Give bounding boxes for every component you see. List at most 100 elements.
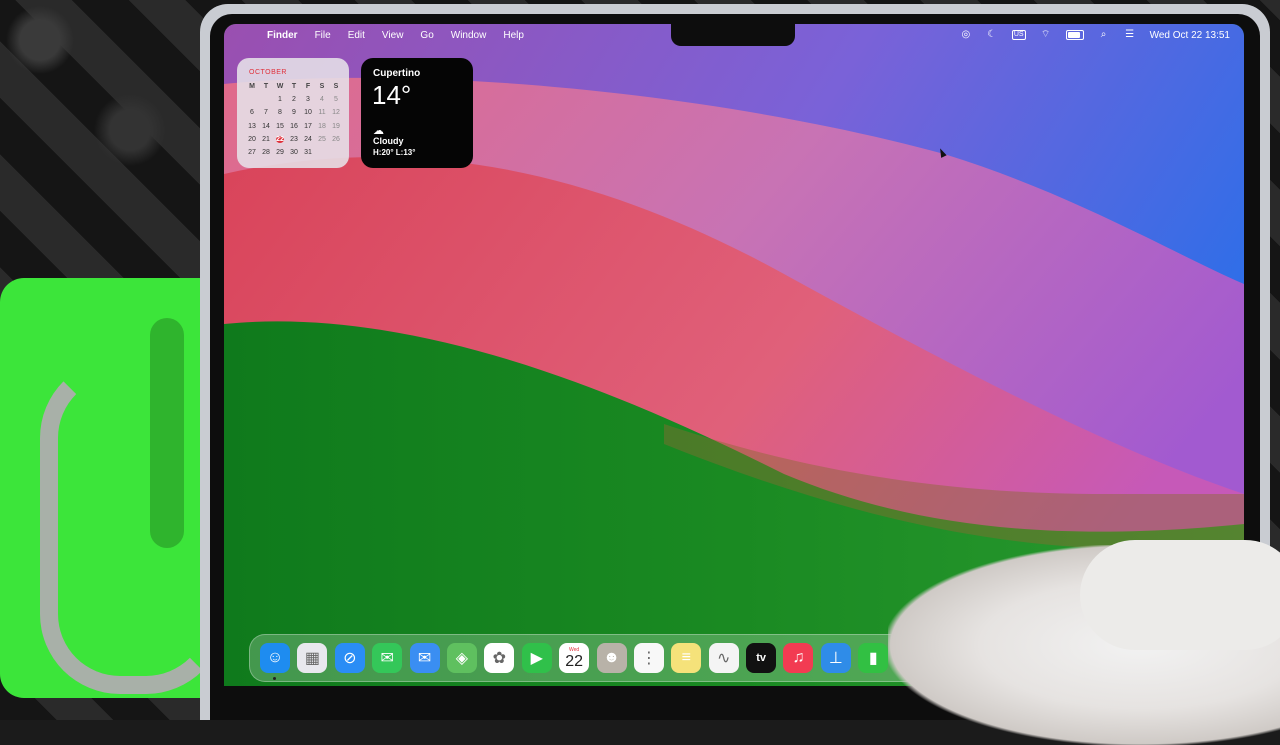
calendar-day: 28 [262, 149, 270, 157]
input-source-indicator[interactable]: US [1011, 30, 1026, 40]
calendar-day: 3 [306, 96, 310, 104]
safari-icon[interactable]: ⊘ [334, 643, 365, 673]
calendar-weekday: M [249, 83, 255, 91]
calendar-day: 2 [292, 96, 296, 104]
reminders-icon[interactable]: ⋮ [633, 643, 664, 673]
calendar-day: 19 [332, 122, 340, 130]
calendar-day: 18 [318, 122, 326, 130]
photos-icon[interactable]: ✿ [484, 643, 515, 673]
calendar-day: 11 [318, 109, 326, 117]
calendar-day: 10 [304, 109, 312, 117]
dock-calendar-day: 22 [565, 652, 584, 670]
weather-city: Cupertino [373, 68, 421, 79]
music-icon[interactable]: ♫ [783, 643, 814, 673]
calendar-day: 27 [248, 149, 256, 157]
menu-app-finder[interactable]: Finder [267, 30, 298, 41]
facetime-icon-glyph: ▶ [530, 650, 543, 667]
menu-file[interactable]: File [315, 30, 331, 41]
apple-tv-icon-glyph: tv [756, 652, 766, 664]
music-icon-glyph: ♫ [792, 649, 805, 666]
finder-icon-glyph: ☺ [266, 649, 284, 666]
freeform-icon[interactable]: ∿ [708, 643, 739, 673]
calendar-weekday: T [263, 83, 269, 91]
calendar-today: 22 [276, 135, 284, 143]
calendar-day: 29 [276, 149, 284, 157]
calendar-day: 20 [248, 135, 256, 143]
calendar-weekday: S [319, 83, 325, 91]
calendar-day: 17 [304, 122, 312, 130]
control-center-icon[interactable]: ☰ [1124, 30, 1136, 40]
wifi-icon[interactable]: ⌔ [1040, 30, 1052, 40]
mail-icon-glyph: ✉ [417, 650, 432, 667]
spotlight-search-icon[interactable]: ⌕ [1098, 30, 1110, 40]
battery-icon[interactable] [1065, 30, 1084, 40]
calendar-day: 1 [278, 96, 282, 104]
calendar-day: 4 [320, 96, 324, 104]
calendar-day: 15 [276, 122, 284, 130]
menu-window[interactable]: Window [451, 30, 487, 41]
messages-icon[interactable]: ✉ [372, 643, 403, 673]
calendar-day: 23 [290, 135, 298, 143]
calendar-day: 13 [248, 122, 256, 130]
calendar-widget[interactable]: OCTOBER M T W T F S S 1 2 3 4 5 6 7 8 9 10 11 12 13 14 15 16 17… [237, 58, 349, 168]
camera-notch [671, 24, 795, 46]
launchpad-icon-glyph: ▦ [304, 650, 320, 667]
menu-help[interactable]: Help [503, 30, 524, 41]
safari-icon-glyph: ⊘ [343, 650, 357, 667]
contacts-icon[interactable]: ☻ [596, 643, 627, 673]
calendar-day: 7 [264, 109, 268, 117]
calendar-day: 25 [318, 135, 326, 143]
calendar-day: 30 [290, 149, 298, 157]
mail-icon[interactable]: ✉ [409, 643, 440, 673]
calendar-day: 22 [273, 134, 287, 145]
weather-high-low: H:20° L:13° [373, 148, 416, 157]
calendar-day: 14 [262, 122, 270, 130]
maps-icon[interactable]: ◈ [446, 643, 477, 673]
user-account-icon[interactable]: ◎ [960, 30, 972, 40]
stand-slot [150, 318, 184, 548]
menu-go[interactable]: Go [420, 30, 433, 41]
contacts-icon-glyph: ☻ [603, 649, 620, 666]
weather-widget[interactable]: Cupertino 14° ☁ Cloudy H:20° L:13° [361, 58, 473, 168]
keynote-icon[interactable]: ⊥ [820, 643, 851, 673]
weather-temperature: 14° [372, 80, 412, 110]
menu-edit[interactable]: Edit [348, 30, 365, 41]
notes-icon[interactable]: ≡ [671, 643, 702, 673]
calendar-weekday: F [305, 83, 311, 91]
dock: ☺▦⊘✉✉◈✿▶Wed22☻⋮≡∿tv♫⊥▮✎ [249, 634, 949, 682]
maps-icon-glyph: ◈ [455, 650, 469, 667]
calendar-day: 26 [332, 135, 340, 143]
calendar-weekday: S [333, 83, 339, 91]
launchpad-icon[interactable]: ▦ [297, 643, 328, 673]
finder-icon[interactable]: ☺ [260, 643, 290, 680]
calendar-weekday: T [291, 83, 297, 91]
calendar-day: 24 [304, 135, 312, 143]
calendar-month: OCTOBER [249, 69, 287, 76]
apple-logo-icon[interactable] [238, 30, 250, 40]
calendar-icon[interactable]: Wed 22 [559, 643, 590, 673]
messages-icon-glyph: ✉ [380, 650, 394, 667]
reminders-icon-glyph: ⋮ [640, 650, 657, 667]
keynote-icon-glyph: ⊥ [828, 650, 843, 667]
photos-icon-glyph: ✿ [492, 650, 507, 667]
numbers-icon-glyph: ▮ [868, 650, 878, 667]
calendar-day: 31 [304, 149, 312, 157]
hand-finger [1080, 540, 1280, 650]
facetime-icon[interactable]: ▶ [521, 643, 552, 673]
numbers-icon[interactable]: ▮ [858, 643, 889, 673]
calendar-day: 16 [290, 122, 298, 130]
weather-condition: Cloudy [373, 136, 404, 146]
calendar-day: 6 [250, 109, 254, 117]
calendar-day: 8 [278, 109, 282, 117]
apple-tv-icon[interactable]: tv [746, 643, 777, 673]
calendar-day: 5 [334, 96, 338, 104]
calendar-weekday: W [276, 83, 284, 91]
freeform-icon-glyph: ∿ [716, 650, 731, 667]
notes-icon-glyph: ≡ [681, 649, 691, 666]
focus-moon-icon[interactable]: ☾ [986, 30, 998, 40]
menu-view[interactable]: View [382, 30, 404, 41]
menu-clock[interactable]: Wed Oct 22 13:51 [1150, 30, 1230, 41]
running-indicator [273, 677, 276, 680]
calendar-day: 9 [292, 109, 296, 117]
calendar-grid: M T W T F S S 1 2 3 4 5 6 7 8 9 10 11 12 13 14 15 16 17 18 19 20 21… [245, 80, 343, 159]
